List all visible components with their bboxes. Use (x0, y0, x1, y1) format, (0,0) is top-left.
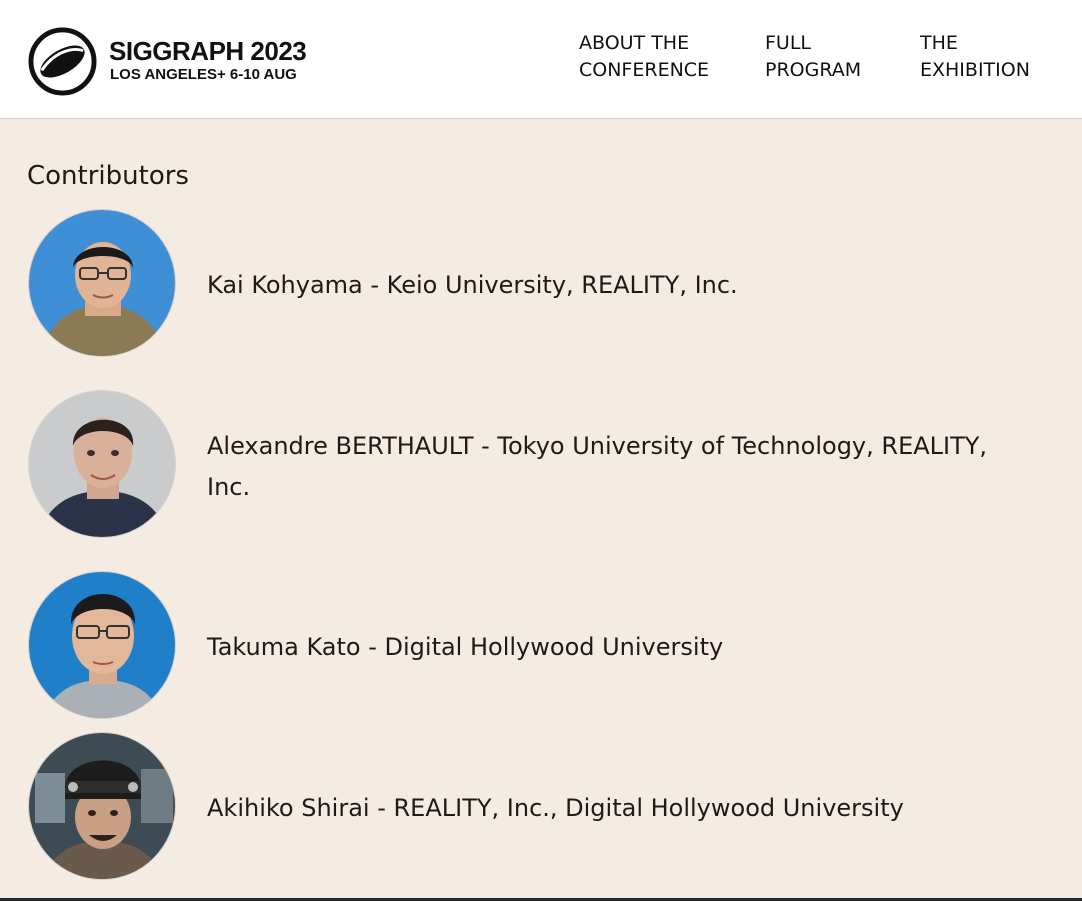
brand-subtitle: LOS ANGELES+ 6-10 AUG (110, 66, 297, 83)
contributor-name: Takuma Kato - Digital Hollywood Universi… (207, 633, 724, 661)
nav-about-conference[interactable]: ABOUT THE CONFERENCE (579, 30, 729, 84)
contributor-item: Takuma Kato - Digital Hollywood Universi… (28, 571, 1058, 720)
contributor-item: Kai Kohyama - Keio University, REALITY, … (28, 209, 1058, 358)
avatar (28, 732, 176, 880)
contributor-name: Alexandre BERTHAULT - Tokyo University o… (207, 432, 988, 501)
nav-full-program[interactable]: FULL PROGRAM (765, 30, 915, 84)
site-header: SIGGRAPH 2023 LOS ANGELES+ 6-10 AUG ABOU… (0, 0, 1082, 119)
contributor-name: Kai Kohyama - Keio University, REALITY, … (207, 271, 738, 299)
nav-the-exhibition[interactable]: THE EXHIBITION (920, 30, 1070, 84)
avatar (28, 571, 176, 719)
contributor-name: Akihiko Shirai - REALITY, Inc., Digital … (207, 794, 904, 822)
siggraph-logo-icon[interactable] (28, 27, 97, 96)
brand-title[interactable]: SIGGRAPH 2023 (109, 36, 307, 67)
avatar (28, 390, 176, 538)
contributors-heading: Contributors (27, 161, 189, 191)
contributor-item: Akihiko Shirai - REALITY, Inc., Digital … (28, 732, 1058, 881)
contributor-item: Alexandre BERTHAULT - Tokyo University o… (28, 390, 1058, 539)
avatar (28, 209, 176, 357)
